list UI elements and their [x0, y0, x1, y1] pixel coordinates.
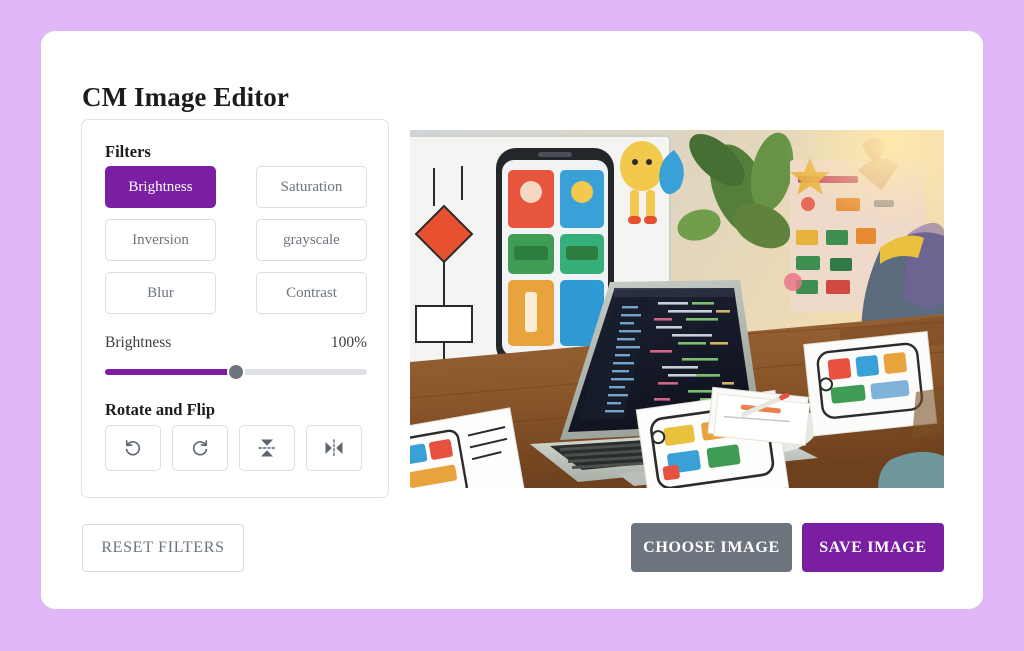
- slider-name-label: Brightness: [105, 334, 172, 351]
- filter-button-blur[interactable]: Blur: [105, 272, 216, 314]
- filter-button-saturation[interactable]: Saturation: [256, 166, 367, 208]
- filter-button-contrast[interactable]: Contrast: [256, 272, 367, 314]
- filter-button-brightness[interactable]: Brightness: [105, 166, 216, 208]
- choose-image-button[interactable]: CHOOSE IMAGE: [631, 523, 792, 572]
- filter-button-grid: Brightness Saturation Inversion grayscal…: [105, 166, 367, 314]
- rotate-and-flip-heading: Rotate and Flip: [105, 400, 216, 419]
- flip-vertical-button[interactable]: [239, 425, 295, 471]
- save-image-button[interactable]: SAVE IMAGE: [802, 523, 944, 572]
- flip-horizontal-button[interactable]: [306, 425, 362, 471]
- rotate-left-button[interactable]: [105, 425, 161, 471]
- flip-horizontal-icon: [323, 437, 345, 459]
- flip-vertical-icon: [256, 437, 278, 459]
- slider-labels: Brightness 100%: [105, 334, 367, 352]
- rotate-right-icon: [190, 438, 210, 458]
- controls-panel: Filters Brightness Saturation Inversion …: [81, 119, 389, 498]
- slider-thumb[interactable]: [227, 363, 245, 381]
- rotate-left-icon: [123, 438, 143, 458]
- rotate-flip-button-row: [105, 425, 362, 471]
- filter-button-inversion[interactable]: Inversion: [105, 219, 216, 261]
- reset-filters-button[interactable]: RESET FILTERS: [82, 524, 244, 572]
- filters-heading: Filters: [105, 142, 151, 161]
- rotate-right-button[interactable]: [172, 425, 228, 471]
- preview-image[interactable]: [410, 130, 944, 488]
- preview-image-artwork: [410, 130, 944, 488]
- app-card: CM Image Editor Filters Brightness Satur…: [41, 31, 983, 609]
- filter-slider[interactable]: [105, 363, 367, 381]
- filter-button-grayscale[interactable]: grayscale: [256, 219, 367, 261]
- slider-fill: [105, 369, 236, 375]
- slider-value-label: 100%: [330, 334, 367, 351]
- page-title: CM Image Editor: [82, 82, 289, 113]
